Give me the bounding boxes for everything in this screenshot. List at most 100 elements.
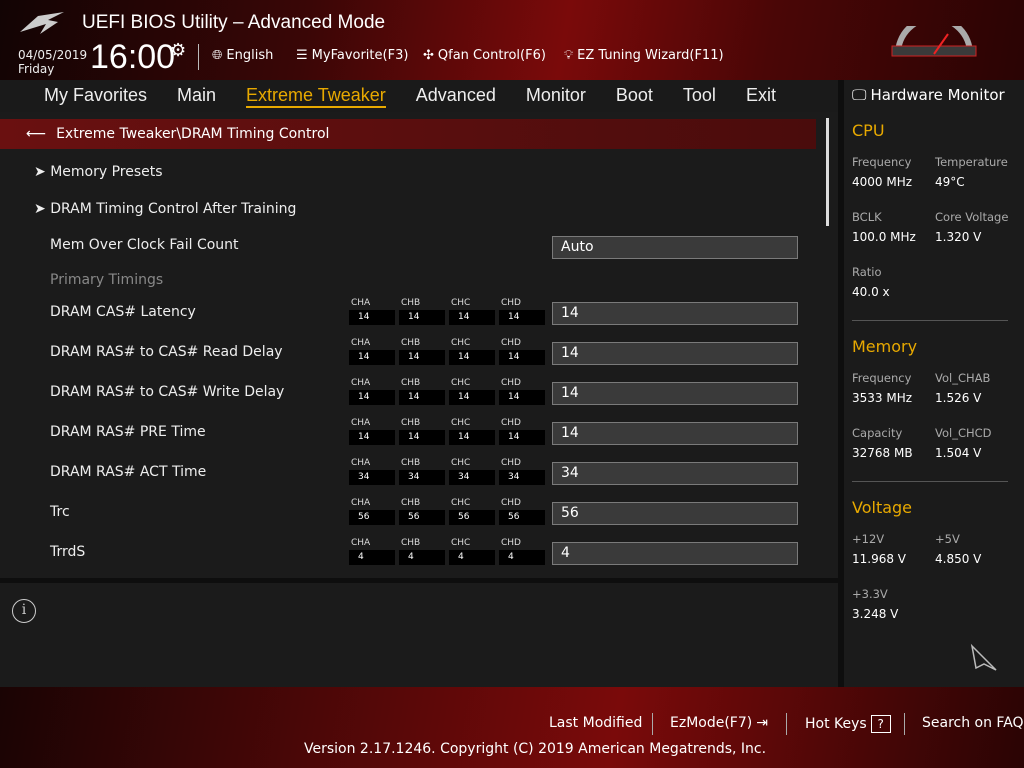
channel-label: CHC	[451, 338, 471, 348]
ratio-label: Ratio	[852, 265, 882, 279]
channel-value-chc: CHC 14	[449, 298, 495, 325]
timing-input[interactable]: 56	[552, 502, 798, 525]
divider	[652, 713, 653, 735]
memory-presets-item[interactable]: ➤ Memory Presets	[34, 164, 163, 180]
bulb-icon: 💡︎	[564, 48, 574, 63]
channel-label: CHC	[451, 538, 471, 548]
timing-input[interactable]: 14	[552, 382, 798, 405]
tab-boot[interactable]: Boot	[616, 80, 653, 112]
label: Last Modified	[549, 715, 643, 731]
channel-value-cha: CHA 14	[349, 418, 395, 445]
channel-label: CHB	[401, 498, 421, 508]
channel-readout: 4	[449, 550, 495, 565]
clockemup-logo-icon	[891, 26, 977, 57]
list-icon: ☰	[296, 48, 308, 63]
channel-readout: 14	[349, 390, 395, 405]
channel-value-chb: CHB 56	[399, 498, 445, 525]
memory-heading: Memory	[852, 337, 918, 356]
primary-timings-heading: Primary Timings	[50, 272, 164, 288]
ezmode-button[interactable]: EzMode(F7) ⇥	[670, 715, 768, 731]
channel-label: CHD	[501, 418, 521, 428]
tab-main[interactable]: Main	[177, 80, 216, 112]
channel-label: CHC	[451, 498, 471, 508]
tab-monitor[interactable]: Monitor	[526, 80, 586, 112]
fan-icon: ✣	[423, 48, 434, 63]
last-modified-button[interactable]: Last Modified	[549, 715, 642, 731]
time-display: 16:00	[90, 38, 176, 76]
vol-chcd: 1.504 V	[935, 446, 982, 460]
channel-readout: 56	[499, 510, 545, 525]
timing-input[interactable]: 14	[552, 342, 798, 365]
cpu-freq-label: Frequency	[852, 155, 912, 169]
channel-readout: 14	[499, 390, 545, 405]
vol-chcd-label: Vol_CHCD	[935, 426, 992, 440]
timing-input[interactable]: 34	[552, 462, 798, 485]
copyright: Version 2.17.1246. Copyright (C) 2019 Am…	[304, 741, 767, 757]
channel-value-chc: CHC 14	[449, 338, 495, 365]
channel-value-chc: CHC 34	[449, 458, 495, 485]
header: UEFI BIOS Utility – Advanced Mode 04/05/…	[0, 0, 1024, 80]
fail-count-field[interactable]: Auto	[552, 236, 798, 259]
back-arrow-icon[interactable]: ⟵	[26, 126, 46, 142]
channel-value-cha: CHA 56	[349, 498, 395, 525]
qfan-button[interactable]: ✣ Qfan Control(F6)	[423, 48, 546, 63]
channel-readout: 14	[449, 310, 495, 325]
search-faq-button[interactable]: Search on FAQ	[922, 715, 1024, 731]
label: EZ Tuning Wizard(F11)	[577, 48, 724, 63]
tab-exit[interactable]: Exit	[746, 80, 776, 112]
channel-label: CHA	[351, 458, 371, 468]
question-icon: ?	[870, 715, 891, 733]
timing-input[interactable]: 4	[552, 542, 798, 565]
tab-advanced[interactable]: Advanced	[416, 80, 496, 112]
channel-label: CHA	[351, 498, 371, 508]
monitor-icon: 🖵︎	[852, 86, 867, 104]
timing-input[interactable]: 14	[552, 422, 798, 445]
channel-readout: 34	[499, 470, 545, 485]
ratio: 40.0 x	[852, 285, 890, 299]
language-button[interactable]: 🌐︎ English	[212, 48, 273, 63]
channel-value-cha: CHA 14	[349, 378, 395, 405]
tab-my-favorites[interactable]: My Favorites	[44, 80, 147, 112]
channel-value-chd: CHD 56	[499, 498, 545, 525]
channel-readout: 34	[449, 470, 495, 485]
channel-value-chb: CHB 14	[399, 378, 445, 405]
hardware-monitor: 🖵︎ Hardware Monitor CPU Frequency 4000 MH…	[844, 80, 1024, 687]
cpu-heading: CPU	[852, 121, 885, 140]
channel-value-chc: CHC 14	[449, 378, 495, 405]
myfavorite-button[interactable]: ☰ MyFavorite(F3)	[296, 48, 408, 63]
label: MyFavorite(F3)	[311, 48, 409, 63]
channel-label: CHC	[451, 418, 471, 428]
channel-readout: 14	[349, 310, 395, 325]
hw-title: 🖵︎ Hardware Monitor	[852, 86, 1005, 104]
label: English	[226, 48, 274, 63]
tab-tool[interactable]: Tool	[683, 80, 716, 112]
help-panel: i	[0, 583, 838, 687]
channel-label: CHC	[451, 378, 471, 388]
channel-value-chd: CHD 14	[499, 378, 545, 405]
day: Friday	[18, 62, 55, 76]
channel-label: CHB	[401, 298, 421, 308]
label: Hot Keys	[805, 716, 867, 732]
divider	[786, 713, 787, 735]
ez-tuning-button[interactable]: 💡︎ EZ Tuning Wizard(F11)	[564, 48, 724, 63]
scrollbar[interactable]	[826, 118, 829, 226]
divider	[852, 481, 1008, 482]
channel-readout: 14	[499, 310, 545, 325]
label: EzMode(F7)	[670, 715, 753, 731]
v5: 4.850 V	[935, 552, 982, 566]
gear-icon[interactable]: ⚙	[170, 40, 186, 61]
info-icon: i	[12, 599, 36, 623]
fail-count-label: Mem Over Clock Fail Count	[50, 237, 239, 253]
after-training-item[interactable]: ➤ DRAM Timing Control After Training	[34, 201, 296, 217]
timing-input[interactable]: 14	[552, 302, 798, 325]
hotkeys-button[interactable]: Hot Keys?	[805, 715, 891, 733]
footer: Last Modified EzMode(F7) ⇥ Hot Keys? Sear…	[0, 687, 1024, 768]
channel-readout: 14	[399, 430, 445, 445]
channel-label: CHD	[501, 338, 521, 348]
tab-extreme-tweaker[interactable]: Extreme Tweaker	[246, 80, 386, 108]
v33-label: +3.3V	[852, 587, 888, 601]
channel-label: CHB	[401, 538, 421, 548]
date: 04/05/2019	[18, 48, 88, 62]
channel-value-cha: CHA 34	[349, 458, 395, 485]
channel-value-chb: CHB 14	[399, 338, 445, 365]
